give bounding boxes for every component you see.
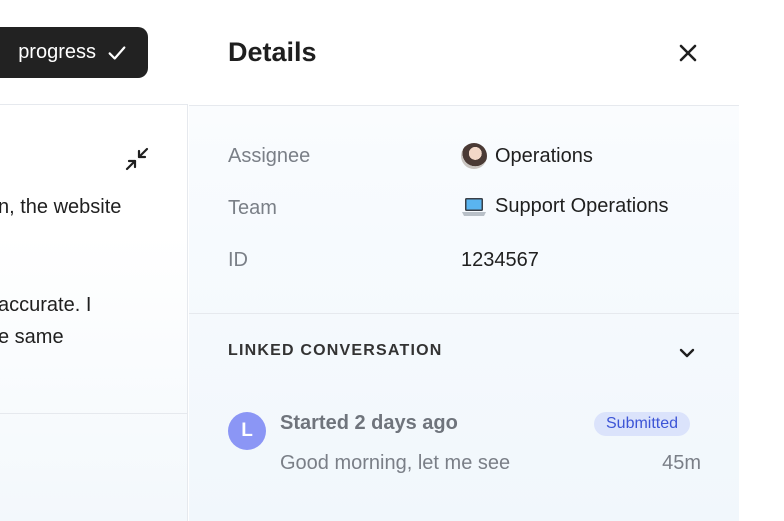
details-header: Details xyxy=(189,0,739,106)
conversation-time: 45m xyxy=(662,452,701,474)
team-value[interactable]: Support Operations xyxy=(461,195,668,218)
conversation-header: progress xyxy=(0,0,188,105)
details-title: Details xyxy=(228,37,317,67)
id-value: 1234567 xyxy=(461,249,539,271)
id-label: ID xyxy=(228,249,248,271)
team-name: Support Operations xyxy=(495,195,669,217)
collapse-icon[interactable] xyxy=(124,146,150,172)
status-in-progress-button[interactable]: progress xyxy=(0,27,148,78)
avatar xyxy=(461,143,487,169)
checkmark-icon xyxy=(108,45,126,60)
linked-conversation-title: LINKED CONVERSATION xyxy=(228,342,443,359)
conversation-snippet: Good morning, let me see xyxy=(280,452,511,474)
conversation-panel: progress n, the website accurate. I e sa… xyxy=(0,0,188,521)
background xyxy=(739,0,784,521)
assignee-value[interactable]: Operations xyxy=(461,143,593,169)
divider xyxy=(189,313,739,314)
close-icon[interactable] xyxy=(676,41,700,65)
status-label: progress xyxy=(18,41,96,63)
details-panel: Details Assignee Operations Team Support… xyxy=(189,0,739,521)
message-text-line: accurate. I xyxy=(0,294,92,316)
conversation-title: Started 2 days ago xyxy=(280,412,458,434)
team-label: Team xyxy=(228,197,277,219)
assignee-label: Assignee xyxy=(228,145,311,167)
message-text-line: n, the website xyxy=(0,196,122,218)
linked-conversation-item[interactable]: L Started 2 days ago Submitted Good morn… xyxy=(219,398,709,488)
chevron-down-icon[interactable] xyxy=(677,344,697,362)
divider xyxy=(0,413,188,414)
status-badge: Submitted xyxy=(594,412,691,436)
avatar: L xyxy=(228,412,266,450)
assignee-name: Operations xyxy=(495,144,593,167)
laptop-icon xyxy=(462,197,486,216)
message-text-line: e same xyxy=(0,326,64,348)
